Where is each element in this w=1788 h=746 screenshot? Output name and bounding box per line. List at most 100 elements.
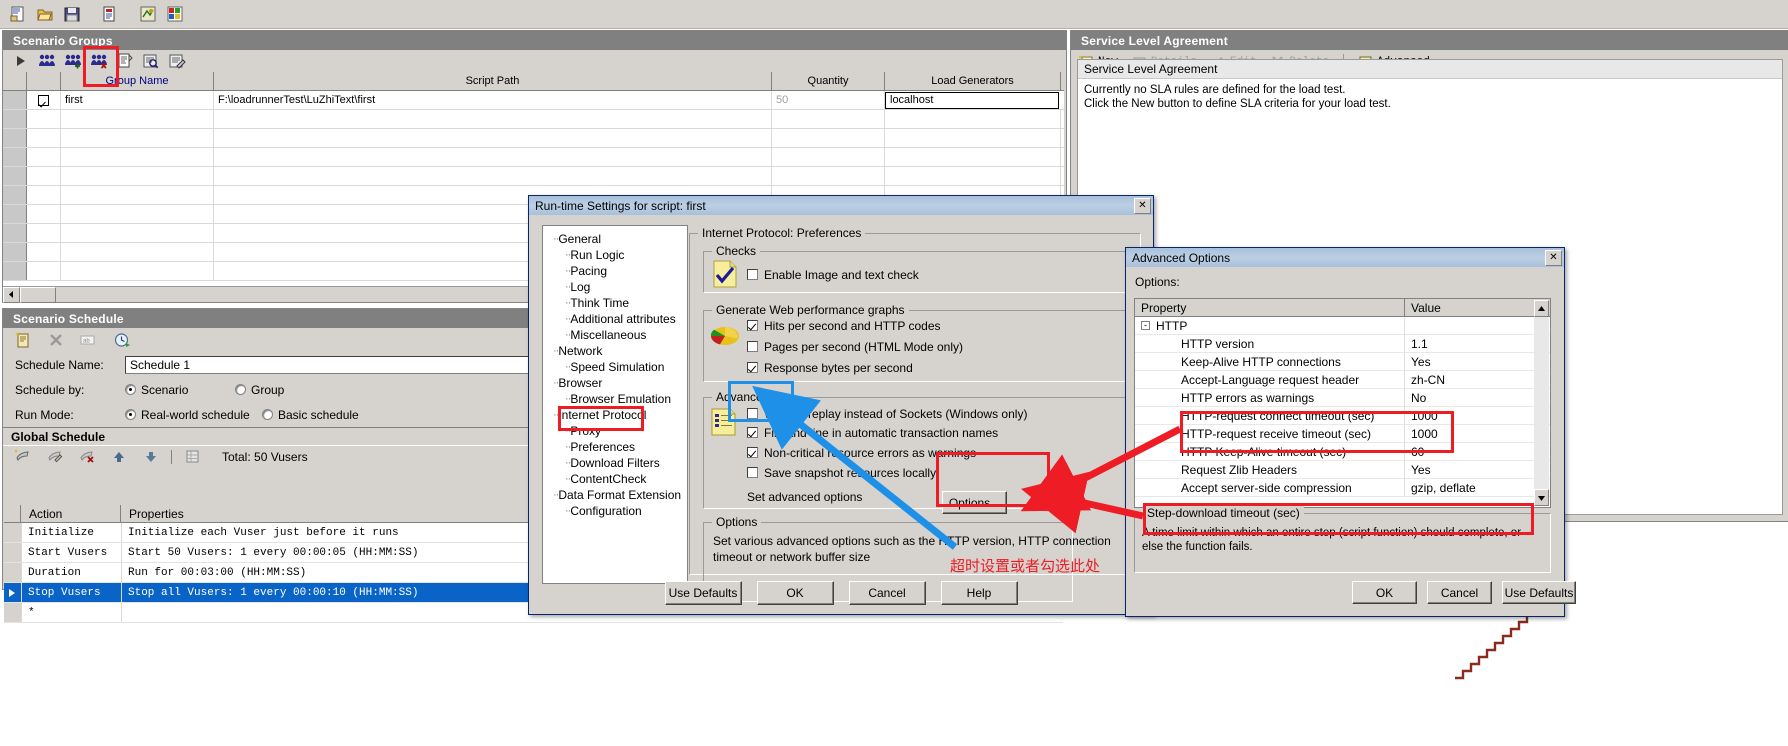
runtime-settings-titlebar[interactable]: Run-time Settings for script: first ✕ — [529, 196, 1153, 215]
advanced-option-row[interactable]: HTTP-request receive timeout (sec) 1000 — [1135, 425, 1550, 443]
delete-action-icon[interactable] — [75, 445, 99, 469]
cancel-button[interactable]: Cancel — [848, 581, 926, 605]
start-scenario-icon[interactable] — [9, 49, 33, 73]
cell-script-path[interactable]: F:\loadrunnerTest\LuZhiText\first — [214, 91, 772, 109]
add-action-icon[interactable] — [11, 445, 35, 469]
col-load-generators[interactable]: Load Generators — [885, 72, 1061, 90]
expander-icon[interactable]: - — [1141, 321, 1150, 330]
checkbox-noncritical-resource-errors[interactable]: Non-critical resource errors as warnings — [747, 444, 1027, 461]
cell-empty[interactable] — [772, 129, 885, 147]
edit-script-icon[interactable] — [165, 49, 189, 73]
tree-node-contentcheck[interactable]: ·· ContentCheck — [547, 471, 687, 487]
cell-empty[interactable] — [214, 167, 772, 185]
advanced-option-row[interactable]: HTTP-request connect timeout (sec) 1000 — [1135, 407, 1550, 425]
cell-empty[interactable] — [61, 167, 214, 185]
scroll-left-icon[interactable] — [3, 286, 20, 303]
delete-schedule-icon[interactable] — [44, 328, 68, 352]
help-button[interactable]: Help — [940, 581, 1018, 605]
cell-value[interactable]: gzip, deflate — [1405, 479, 1550, 496]
advanced-options-vscrollbar[interactable] — [1534, 300, 1549, 506]
cell-empty[interactable] — [27, 110, 61, 128]
cell-empty[interactable] — [27, 262, 61, 280]
cell-empty[interactable] — [885, 167, 1061, 185]
ok-button[interactable]: OK — [756, 581, 834, 605]
cell-value[interactable]: 1000 — [1405, 425, 1550, 442]
add-vusers-icon[interactable] — [61, 49, 85, 73]
cell-empty[interactable] — [61, 186, 214, 204]
cell-empty[interactable] — [885, 129, 1061, 147]
cell-empty[interactable] — [3, 262, 27, 280]
move-down-icon[interactable] — [139, 445, 163, 469]
cell-empty[interactable] — [3, 148, 27, 166]
checkbox-save-snapshot-resources[interactable]: Save snapshot resources locally — [747, 464, 1027, 481]
cell-property[interactable]: HTTP version — [1135, 335, 1405, 352]
tree-node-additional-attributes[interactable]: ·· Additional attributes — [547, 311, 687, 327]
cell-empty[interactable] — [61, 205, 214, 223]
cell-value[interactable]: 1.1 — [1405, 335, 1550, 352]
cell-empty[interactable] — [27, 129, 61, 147]
cell-empty[interactable] — [27, 205, 61, 223]
cell-empty[interactable] — [772, 148, 885, 166]
add-group-icon[interactable] — [35, 49, 59, 73]
move-up-icon[interactable] — [107, 445, 131, 469]
tree-node-internet-protocol[interactable]: ·· Internet Protocol — [547, 407, 687, 423]
cell-property[interactable]: Accept server-side compression — [1135, 479, 1405, 496]
checkbox-icon[interactable] — [747, 427, 758, 438]
cell-empty[interactable] — [27, 243, 61, 261]
new-schedule-icon[interactable] — [11, 328, 35, 352]
open-scenario-icon[interactable] — [33, 2, 57, 26]
load-generator-value[interactable]: localhost — [885, 91, 1059, 109]
checkbox-icon[interactable] — [747, 341, 758, 352]
cell-empty[interactable] — [3, 167, 27, 185]
view-script-icon[interactable] — [139, 49, 163, 73]
scenario-details-icon[interactable] — [98, 2, 122, 26]
tree-node-download-filters[interactable]: ·· Download Filters — [547, 455, 687, 471]
checkbox-icon[interactable] — [38, 94, 49, 106]
col-script-path[interactable]: Script Path — [214, 72, 772, 90]
checkbox-icon[interactable] — [747, 362, 758, 373]
cell-empty[interactable] — [885, 148, 1061, 166]
cell-empty[interactable] — [772, 167, 885, 185]
tree-node-general[interactable]: ·· General — [547, 231, 687, 247]
row-enabled-checkbox[interactable] — [27, 91, 61, 109]
radio-dot-icon[interactable] — [125, 409, 136, 420]
cell-action[interactable]: Start Vusers — [22, 543, 122, 562]
cell-empty[interactable] — [214, 129, 772, 147]
tree-node-miscellaneous[interactable]: ·· Miscellaneous — [547, 327, 687, 343]
cell-empty[interactable] — [27, 224, 61, 242]
cell-empty[interactable] — [61, 129, 214, 147]
cell-empty[interactable] — [3, 205, 27, 223]
checkbox-icon[interactable] — [747, 467, 758, 478]
cell-empty[interactable] — [3, 129, 27, 147]
use-defaults-button[interactable]: Use Defaults — [1502, 581, 1576, 604]
cell-empty[interactable] — [27, 148, 61, 166]
cell-action[interactable]: Duration — [22, 563, 122, 582]
radio-real-world-schedule[interactable]: Real-world schedule — [125, 408, 262, 422]
table-row-empty[interactable] — [3, 148, 1064, 167]
close-icon[interactable]: ✕ — [1134, 197, 1151, 214]
advanced-options-titlebar[interactable]: Advanced Options ✕ — [1126, 248, 1564, 267]
cell-action[interactable]: Initialize — [22, 523, 122, 542]
advanced-option-row[interactable]: Keep-Alive HTTP connections Yes — [1135, 353, 1550, 371]
cell-empty[interactable] — [61, 110, 214, 128]
cancel-button[interactable]: Cancel — [1427, 581, 1492, 604]
cell-quantity[interactable]: 50 — [772, 91, 885, 109]
advanced-option-row[interactable]: Request Zlib Headers Yes — [1135, 461, 1550, 479]
save-scenario-icon[interactable] — [60, 2, 84, 26]
cell-property[interactable]: Keep-Alive HTTP connections — [1135, 353, 1405, 370]
radio-schedule-by-group[interactable]: Group — [235, 383, 284, 397]
scroll-up-icon[interactable] — [1534, 300, 1549, 317]
tree-node-speed-simulation[interactable]: ·· Speed Simulation — [547, 359, 687, 375]
use-defaults-button[interactable]: Use Defaults — [664, 581, 742, 605]
checkbox-hits-per-second[interactable]: Hits per second and HTTP codes — [747, 317, 963, 334]
cell-load-generator[interactable]: localhost — [885, 91, 1061, 109]
checkbox-wininet-replay[interactable]: WinInet replay instead of Sockets (Windo… — [747, 405, 1027, 422]
table-row[interactable]: first F:\loadrunnerTest\LuZhiText\first … — [3, 91, 1064, 110]
close-icon[interactable]: ✕ — [1545, 249, 1562, 266]
cell-value[interactable]: zh-CN — [1405, 371, 1550, 388]
radio-dot-icon[interactable] — [235, 384, 246, 395]
advanced-option-row[interactable]: HTTP version 1.1 — [1135, 335, 1550, 353]
run-view-icon[interactable] — [163, 2, 187, 26]
hscroll-thumb[interactable] — [20, 286, 56, 303]
cell-property[interactable]: Accept-Language request header — [1135, 371, 1405, 388]
